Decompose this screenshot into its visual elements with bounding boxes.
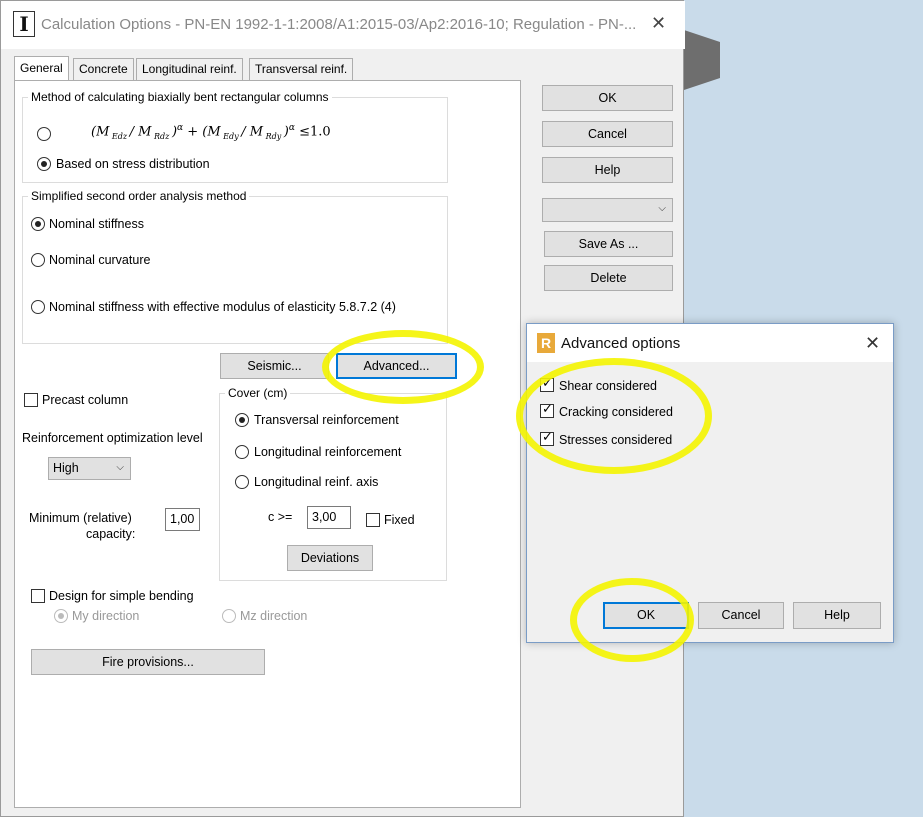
simple-bending-checkbox[interactable] xyxy=(31,589,45,603)
fixed-checkbox[interactable] xyxy=(366,513,380,527)
advanced-cancel-button[interactable]: Cancel xyxy=(698,602,784,629)
stresses-label: Stresses considered xyxy=(559,433,673,447)
cancel-button[interactable]: Cancel xyxy=(542,121,673,147)
cover-c-label: c >= xyxy=(268,510,293,524)
advanced-dialog-title: Advanced options xyxy=(561,335,681,352)
min-capacity-label-line2: capacity: xyxy=(86,527,136,541)
my-direction-label: My direction xyxy=(72,609,140,623)
robot-app-icon: R xyxy=(537,333,555,353)
close-icon[interactable]: ✕ xyxy=(865,333,880,354)
optimization-level-label: Reinforcement optimization level xyxy=(22,431,203,445)
effective-modulus-radio[interactable] xyxy=(31,300,45,314)
interaction-formula: (M Edz / M Rdz )α + (M Edy / M Rdy )α ≤1… xyxy=(91,123,331,141)
nominal-curvature-radio[interactable] xyxy=(31,253,45,267)
cover-axis-label: Longitudinal reinf. axis xyxy=(254,475,379,489)
advanced-ok-button[interactable]: OK xyxy=(603,602,689,629)
chevron-down-icon: ⌵ xyxy=(658,203,666,214)
tab-transversal-reinf[interactable]: Transversal reinf. xyxy=(249,58,354,80)
min-capacity-input[interactable]: 1,00 xyxy=(165,508,200,531)
nominal-curvature-label: Nominal curvature xyxy=(49,253,151,267)
close-icon[interactable]: ✕ xyxy=(651,13,666,33)
cover-transversal-radio[interactable] xyxy=(235,413,249,427)
optimization-level-select[interactable]: High ⌵ xyxy=(48,457,131,480)
settings-select[interactable]: ⌵ xyxy=(542,198,673,222)
cover-axis-radio[interactable] xyxy=(235,475,249,489)
title-bar: I Calculation Options - PN-EN 1992-1-1:2… xyxy=(1,1,685,49)
tab-concrete[interactable]: Concrete xyxy=(73,58,134,80)
cover-longitudinal-radio[interactable] xyxy=(235,445,249,459)
my-direction-radio[interactable] xyxy=(54,609,68,623)
cover-c-input[interactable]: 3,00 xyxy=(307,506,351,529)
second-order-legend: Simplified second order analysis method xyxy=(28,189,250,203)
min-capacity-label-line1: Minimum (relative) xyxy=(29,511,132,525)
advanced-button[interactable]: Advanced... xyxy=(336,353,457,379)
nominal-stiffness-radio[interactable] xyxy=(31,217,45,231)
save-as-button[interactable]: Save As ... xyxy=(544,231,673,257)
fixed-label: Fixed xyxy=(384,513,415,527)
effective-modulus-label: Nominal stiffness with effective modulus… xyxy=(49,300,396,314)
app-icon: I xyxy=(13,11,35,37)
tab-general[interactable]: General xyxy=(14,56,69,81)
advanced-title-bar: R Advanced options ✕ xyxy=(527,324,893,362)
stresses-checkbox[interactable] xyxy=(540,430,554,446)
precast-column-checkbox[interactable] xyxy=(24,393,38,407)
shear-label: Shear considered xyxy=(559,379,657,393)
tab-longitudinal-reinf[interactable]: Longitudinal reinf. xyxy=(136,58,243,80)
help-button[interactable]: Help xyxy=(542,157,673,183)
mz-direction-radio[interactable] xyxy=(222,609,236,623)
delete-button[interactable]: Delete xyxy=(544,265,673,291)
biaxial-method-legend: Method of calculating biaxially bent rec… xyxy=(28,90,332,104)
optimization-level-value: High xyxy=(53,461,79,475)
seismic-button[interactable]: Seismic... xyxy=(220,353,329,379)
cover-legend: Cover (cm) xyxy=(225,386,291,400)
mz-direction-label: Mz direction xyxy=(240,609,308,623)
stress-distribution-label: Based on stress distribution xyxy=(56,157,210,171)
ok-button[interactable]: OK xyxy=(542,85,673,111)
cracking-checkbox[interactable] xyxy=(540,402,554,418)
shear-checkbox[interactable] xyxy=(540,376,554,392)
window-title: Calculation Options - PN-EN 1992-1-1:200… xyxy=(41,16,637,33)
nominal-stiffness-label: Nominal stiffness xyxy=(49,217,144,231)
simple-bending-label: Design for simple bending xyxy=(49,589,194,603)
precast-column-label: Precast column xyxy=(42,393,129,407)
stress-distribution-radio[interactable] xyxy=(37,157,51,171)
formula-radio[interactable] xyxy=(37,127,51,141)
advanced-options-dialog: R Advanced options ✕ Shear considered Cr… xyxy=(526,323,894,643)
fire-provisions-button[interactable]: Fire provisions... xyxy=(31,649,265,675)
deviations-button[interactable]: Deviations xyxy=(287,545,373,571)
cover-longitudinal-label: Longitudinal reinforcement xyxy=(254,445,402,459)
cover-transversal-label: Transversal reinforcement xyxy=(254,413,399,427)
chevron-down-icon: ⌵ xyxy=(116,462,124,473)
cracking-label: Cracking considered xyxy=(559,405,673,419)
advanced-help-button[interactable]: Help xyxy=(793,602,881,629)
